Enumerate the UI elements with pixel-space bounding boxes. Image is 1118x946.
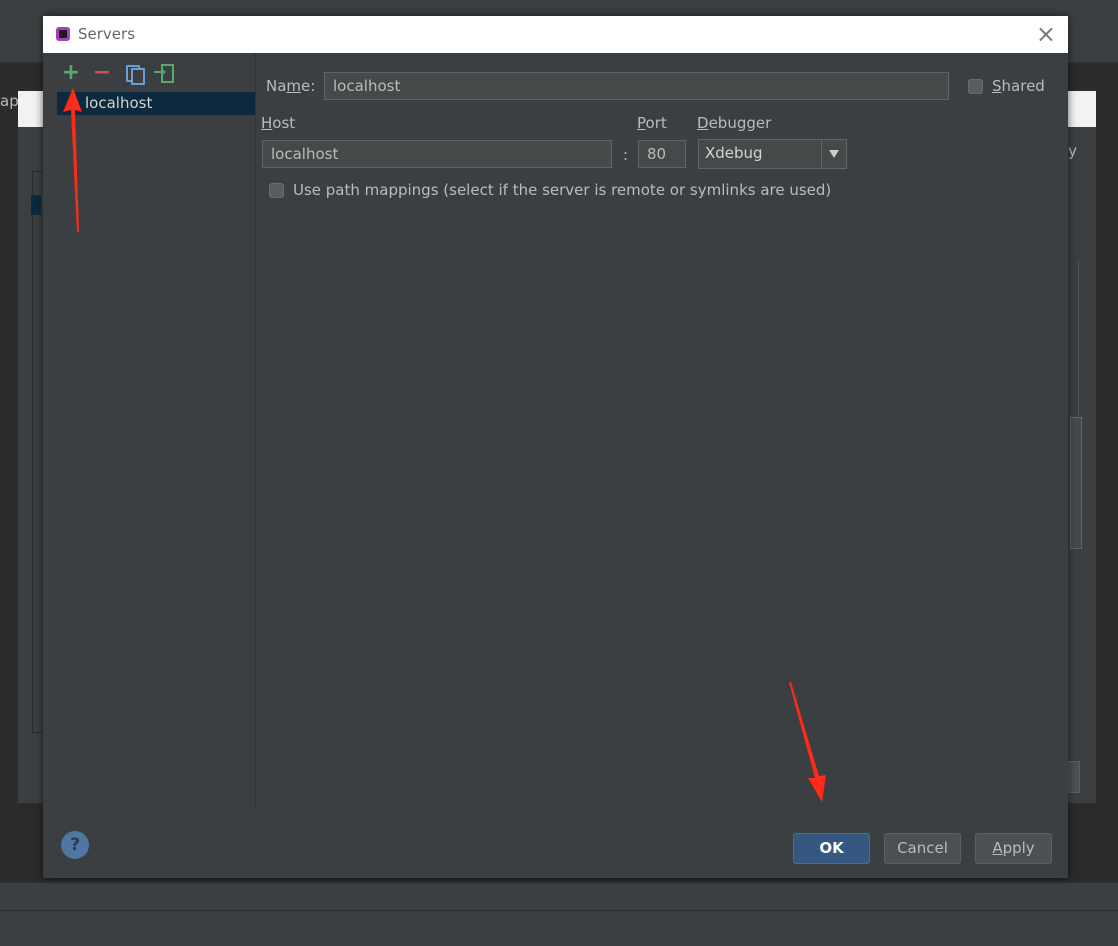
- annotation-arrows: [63, 88, 826, 802]
- annotation-arrow-add: [63, 88, 82, 232]
- annotation-arrow-ok: [789, 682, 826, 802]
